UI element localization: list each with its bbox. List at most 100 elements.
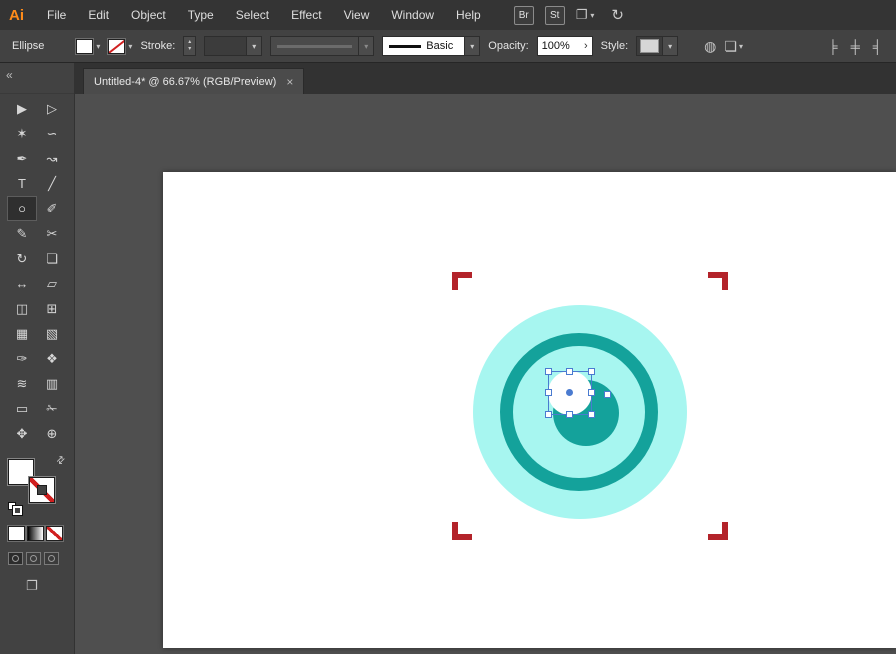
paintbrush-tool[interactable]: ✐ — [37, 196, 67, 221]
slice-tool[interactable]: ✁ — [37, 396, 67, 421]
swap-fill-stroke-icon[interactable]: ⇄ — [54, 454, 68, 468]
mesh-tool[interactable]: ▦ — [7, 321, 37, 346]
tool-icon: ✁ — [47, 401, 58, 417]
trim-mark-top-right[interactable] — [708, 272, 728, 290]
selection-handle[interactable] — [588, 368, 595, 375]
stroke-color-box[interactable] — [29, 477, 55, 503]
selection-tool[interactable]: ▶ — [7, 96, 37, 121]
stepper-down-icon: ▾ — [188, 46, 191, 53]
zoom-tool[interactable]: ⊕ — [37, 421, 67, 446]
bridge-button[interactable]: Br — [514, 6, 534, 25]
menu-item[interactable]: Select — [225, 0, 280, 30]
none-button[interactable] — [46, 526, 63, 541]
curvature-tool[interactable]: ↝ — [37, 146, 67, 171]
draw-inside-button[interactable] — [44, 552, 59, 565]
control-bar: Ellipse ▾ ▾ Stroke: ▴ ▾ ▾ ▾ Basic ▾ Opac… — [0, 30, 896, 63]
selection-center-point[interactable] — [566, 389, 573, 396]
workspace-switcher[interactable]: ❐ ▾ — [576, 7, 595, 23]
menu-item[interactable]: Edit — [77, 0, 120, 30]
stroke-weight-select[interactable]: ▾ — [204, 36, 262, 56]
scale-tool[interactable]: ❏ — [37, 246, 67, 271]
menu-item[interactable]: Window — [380, 0, 445, 30]
shape-builder-tool[interactable]: ◫ — [7, 296, 37, 321]
align-center-button[interactable]: ╪ — [851, 39, 860, 54]
scissors-tool[interactable]: ✂ — [37, 221, 67, 246]
pencil-tool[interactable]: ✎ — [7, 221, 37, 246]
fill-stroke-control: ⇄ — [8, 456, 68, 512]
gradient-tool[interactable]: ▧ — [37, 321, 67, 346]
trim-mark-top-left[interactable] — [452, 272, 472, 290]
color-button[interactable] — [8, 526, 25, 541]
selection-handle[interactable] — [566, 411, 573, 418]
chevron-down-icon[interactable]: ▾ — [662, 37, 677, 55]
selection-handle[interactable] — [566, 368, 573, 375]
blend-tool[interactable]: ❖ — [37, 346, 67, 371]
opacity-input[interactable]: 100% › — [537, 36, 593, 56]
trim-mark-bottom-right[interactable] — [708, 522, 728, 540]
document-tab[interactable]: Untitled-4* @ 66.67% (RGB/Preview) × — [83, 68, 304, 94]
screen-mode-button[interactable]: ❐ — [26, 578, 74, 594]
pen-tool[interactable]: ✒ — [7, 146, 37, 171]
opacity-menu-icon[interactable]: › — [584, 40, 592, 52]
magic-wand-tool[interactable]: ✶ — [7, 121, 37, 146]
artboard[interactable] — [163, 172, 896, 648]
selection-handle[interactable] — [588, 411, 595, 418]
menu-item[interactable]: File — [36, 0, 77, 30]
tool-icon: ✎ — [17, 226, 28, 242]
chevron-down-icon[interactable]: ▾ — [464, 37, 479, 55]
lasso-tool[interactable]: ∽ — [37, 121, 67, 146]
column-graph-tool[interactable]: ▥ — [37, 371, 67, 396]
menu-item[interactable]: View — [333, 0, 381, 30]
free-transform-tool[interactable]: ▱ — [37, 271, 67, 296]
selection-handle[interactable] — [545, 368, 552, 375]
trim-mark-bottom-left[interactable] — [452, 522, 472, 540]
selection-handle[interactable] — [545, 389, 552, 396]
anchor-point[interactable] — [604, 391, 611, 398]
symbol-sprayer-tool[interactable]: ≋ — [7, 371, 37, 396]
type-tool[interactable]: T — [7, 171, 37, 196]
default-stroke-mini — [13, 506, 22, 515]
line-segment-tool[interactable]: ╱ — [37, 171, 67, 196]
perspective-grid-tool[interactable]: ⊞ — [37, 296, 67, 321]
opacity-label[interactable]: Opacity: — [488, 40, 528, 52]
rotate-tool[interactable]: ↻ — [7, 246, 37, 271]
document-tab-title: Untitled-4* @ 66.67% (RGB/Preview) — [94, 76, 276, 88]
hand-tool[interactable]: ✥ — [7, 421, 37, 446]
eyedropper-tool[interactable]: ✑ — [7, 346, 37, 371]
chevron-down-icon[interactable]: ▾ — [246, 37, 261, 55]
width-profile-select[interactable]: ▾ — [270, 36, 374, 56]
stroke-color-control[interactable]: ▾ — [108, 39, 132, 54]
close-icon[interactable]: × — [286, 75, 293, 89]
tool-icon: ╱ — [48, 176, 56, 192]
graphic-style-select[interactable]: ▾ — [636, 36, 678, 56]
style-label[interactable]: Style: — [601, 40, 629, 52]
selection-handle[interactable] — [588, 389, 595, 396]
fill-color-control[interactable]: ▾ — [76, 39, 100, 54]
draw-normal-button[interactable] — [8, 552, 23, 565]
draw-behind-button[interactable] — [26, 552, 41, 565]
menu-item[interactable]: Object — [120, 0, 177, 30]
direct-selection-tool[interactable]: ▷ — [37, 96, 67, 121]
selection-handle[interactable] — [545, 411, 552, 418]
chevron-down-icon[interactable]: ▾ — [358, 37, 373, 55]
align-right-button[interactable]: ╡ — [873, 39, 882, 54]
menu-item[interactable]: Effect — [280, 0, 332, 30]
align-left-button[interactable]: ╞ — [828, 39, 837, 54]
menu-item[interactable]: Type — [177, 0, 225, 30]
stock-button[interactable]: St — [545, 6, 565, 25]
collapse-toolbar-button[interactable]: « — [0, 63, 74, 94]
stroke-label[interactable]: Stroke: — [140, 40, 175, 52]
ellipse-tool[interactable]: ○ — [7, 196, 37, 221]
tool-icon: ∽ — [47, 126, 58, 142]
width-tool[interactable]: ↔ — [7, 271, 37, 296]
gradient-button[interactable] — [27, 526, 44, 541]
document-options-button[interactable]: ❏ ▾ — [724, 38, 743, 55]
sync-icon[interactable]: ↻ — [611, 6, 624, 24]
canvas-area[interactable] — [75, 94, 896, 654]
globe-icon[interactable]: ◍ — [704, 38, 716, 55]
stroke-weight-stepper[interactable]: ▴ ▾ — [183, 36, 196, 56]
menu-item[interactable]: Help — [445, 0, 492, 30]
default-fill-stroke-icon[interactable] — [8, 502, 24, 516]
artboard-tool[interactable]: ▭ — [7, 396, 37, 421]
brush-definition-select[interactable]: Basic ▾ — [382, 36, 480, 56]
